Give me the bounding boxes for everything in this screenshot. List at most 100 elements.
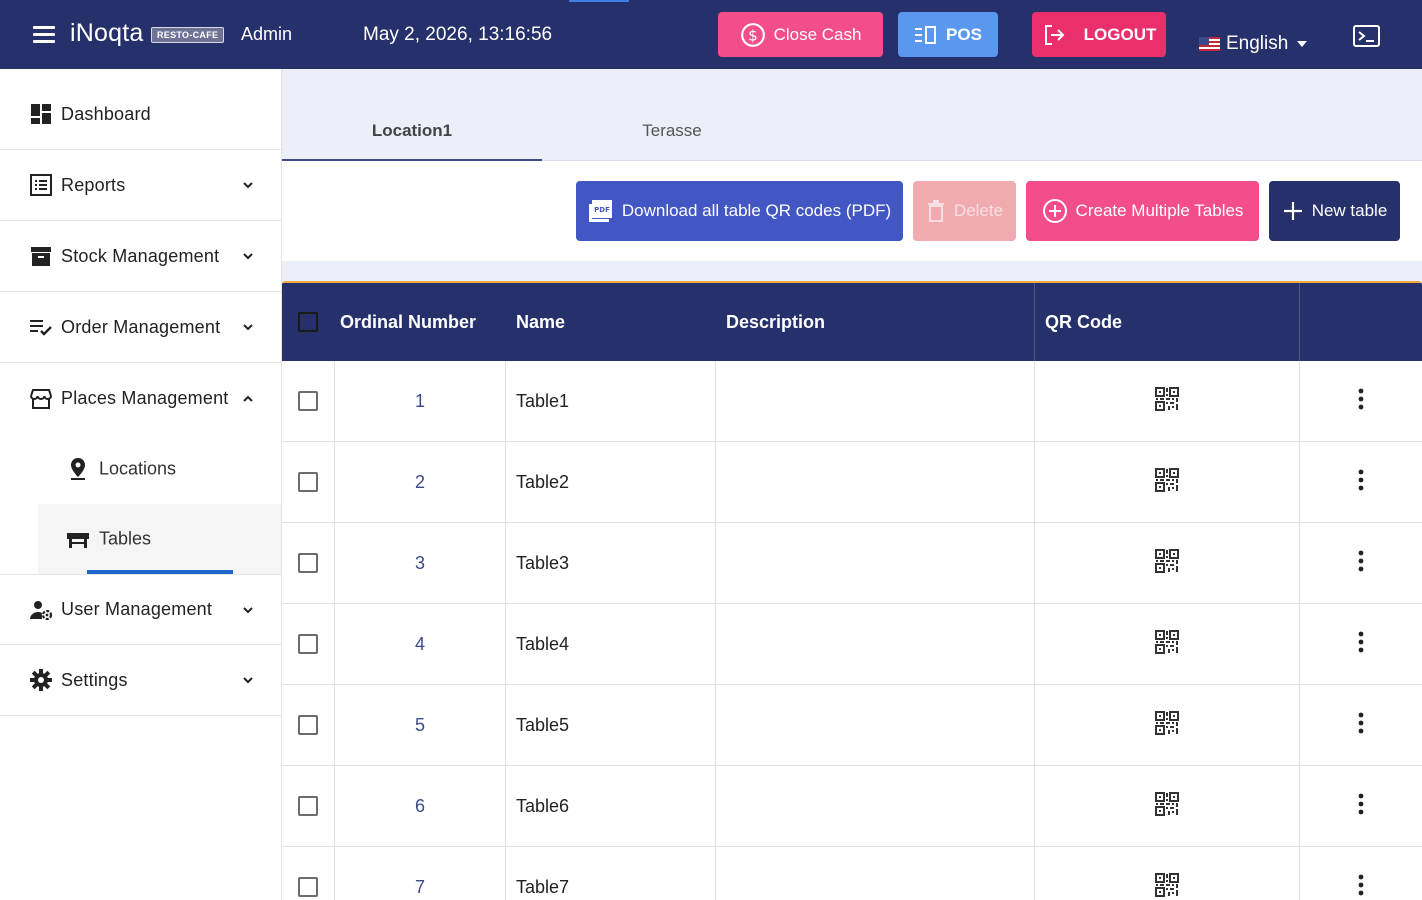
- chevron-up-icon: [243, 395, 253, 402]
- chevron-down-icon: [243, 253, 253, 260]
- new-table-label: New table: [1311, 201, 1388, 220]
- column-divider: [715, 685, 716, 766]
- select-all-checkbox[interactable]: [298, 312, 318, 332]
- table-description: [726, 604, 1026, 684]
- qr-code-icon[interactable]: [1155, 629, 1179, 659]
- qr-code-icon[interactable]: [1155, 386, 1179, 416]
- pdf-icon: PDF: [588, 200, 612, 222]
- sidebar-subitem-locations[interactable]: Locations: [38, 434, 281, 504]
- qr-code-icon[interactable]: [1155, 710, 1179, 740]
- chevron-down-icon: [243, 324, 253, 331]
- sidebar-item-reports[interactable]: Reports: [0, 150, 281, 221]
- sidebar-item-user-management[interactable]: User Management: [0, 574, 281, 645]
- row-checkbox[interactable]: [298, 715, 318, 735]
- row-checkbox[interactable]: [298, 877, 318, 897]
- sidebar-item-settings[interactable]: Settings: [0, 645, 281, 716]
- tab-terasse[interactable]: Terasse: [542, 109, 802, 161]
- ordinal-number: 2: [414, 471, 425, 492]
- sidebar-item-label: Order Management: [61, 316, 221, 337]
- chevron-down-icon: [243, 677, 253, 684]
- row-select-cell: [282, 766, 334, 846]
- table-row[interactable]: 3 Table3: [282, 523, 1422, 604]
- tab-location1[interactable]: Location1: [282, 109, 542, 162]
- qr-code-icon[interactable]: [1155, 791, 1179, 821]
- table-row[interactable]: 7 Table7: [282, 847, 1422, 900]
- column-divider: [505, 361, 506, 442]
- download-qr-pdf-button[interactable]: PDF Download all table QR codes (PDF): [576, 181, 903, 241]
- table-furniture-icon: [67, 533, 89, 548]
- language-label: English: [1226, 33, 1289, 54]
- select-all-cell: [282, 283, 334, 361]
- more-vert-icon[interactable]: [1358, 388, 1364, 415]
- qr-code-icon[interactable]: [1155, 872, 1179, 900]
- top-accent-line: [569, 0, 629, 2]
- trash-icon: [927, 200, 944, 222]
- hamburger-menu-icon[interactable]: [33, 24, 57, 46]
- language-selector[interactable]: English: [1199, 33, 1312, 55]
- ordinal-number: 4: [414, 633, 425, 654]
- table-toolbar: PDF Download all table QR codes (PDF) De…: [282, 161, 1422, 261]
- row-select-cell: [282, 442, 334, 522]
- checklist-icon: [30, 320, 52, 336]
- sidebar-item-dashboard[interactable]: Dashboard: [0, 79, 281, 150]
- sidebar-item-label: User Management: [61, 599, 213, 619]
- more-vert-icon[interactable]: [1358, 793, 1364, 820]
- table-row[interactable]: 6 Table6: [282, 766, 1422, 847]
- table-row[interactable]: 4 Table4: [282, 604, 1422, 685]
- more-vert-icon[interactable]: [1358, 874, 1364, 900]
- terminal-icon[interactable]: [1353, 25, 1380, 47]
- plus-circle-icon: [1042, 199, 1067, 223]
- sidebar-item-order-management[interactable]: Order Management: [0, 292, 281, 363]
- table-name: Table3: [516, 552, 570, 573]
- create-multiple-tables-button[interactable]: Create Multiple Tables: [1026, 181, 1259, 241]
- delete-label: Delete: [953, 201, 1004, 220]
- table-description: [726, 685, 1026, 765]
- qr-code-icon[interactable]: [1155, 548, 1179, 578]
- logout-icon: [1044, 24, 1065, 45]
- column-header-description[interactable]: Description: [726, 283, 1026, 361]
- pos-label: POS: [946, 24, 982, 44]
- row-checkbox[interactable]: [298, 553, 318, 573]
- close-cash-label: Close Cash: [773, 24, 862, 44]
- sidebar-item-label: Places Management: [61, 388, 229, 408]
- delete-button[interactable]: Delete: [913, 181, 1016, 241]
- row-checkbox[interactable]: [298, 796, 318, 816]
- table-name: Table7: [516, 876, 570, 897]
- logout-label: LOGOUT: [1083, 24, 1157, 44]
- archive-icon: [31, 247, 51, 266]
- sidebar-item-stock-management[interactable]: Stock Management: [0, 221, 281, 292]
- more-vert-icon[interactable]: [1358, 550, 1364, 577]
- logout-button[interactable]: LOGOUT: [1032, 12, 1166, 57]
- row-checkbox[interactable]: [298, 634, 318, 654]
- sidebar-item-places-management[interactable]: Places Management: [0, 363, 281, 434]
- gear-icon: [30, 669, 52, 691]
- tables-grid: Ordinal Number Name Description QR Code …: [282, 281, 1422, 900]
- current-user: Admin: [241, 24, 293, 44]
- table-row[interactable]: 1 Table1: [282, 361, 1422, 442]
- sidebar-subitem-tables[interactable]: Tables: [38, 504, 281, 574]
- us-flag-icon: [1199, 37, 1220, 51]
- more-vert-icon[interactable]: [1358, 631, 1364, 658]
- qr-cell: [1034, 685, 1300, 765]
- sidebar-subitem-label: Tables: [99, 528, 152, 549]
- table-row[interactable]: 2 Table2: [282, 442, 1422, 523]
- table-description: [726, 847, 1026, 900]
- sidebar-subitem-label: Locations: [99, 458, 177, 479]
- row-checkbox[interactable]: [298, 391, 318, 411]
- column-header-ordinal[interactable]: Ordinal Number: [334, 283, 482, 361]
- table-row[interactable]: 5 Table5: [282, 685, 1422, 766]
- pos-button[interactable]: POS: [898, 12, 998, 57]
- users-cog-icon: [30, 600, 53, 620]
- row-select-cell: [282, 685, 334, 765]
- row-checkbox[interactable]: [298, 472, 318, 492]
- table-description: [726, 766, 1026, 846]
- more-vert-icon[interactable]: [1358, 712, 1364, 739]
- download-qr-pdf-label: Download all table QR codes (PDF): [621, 201, 892, 220]
- new-table-button[interactable]: New table: [1269, 181, 1400, 241]
- column-divider: [505, 604, 506, 685]
- table-name: Table2: [516, 471, 570, 492]
- qr-code-icon[interactable]: [1155, 467, 1179, 497]
- more-vert-icon[interactable]: [1358, 469, 1364, 496]
- column-header-name[interactable]: Name: [516, 283, 696, 361]
- close-cash-button[interactable]: $ Close Cash: [718, 12, 883, 57]
